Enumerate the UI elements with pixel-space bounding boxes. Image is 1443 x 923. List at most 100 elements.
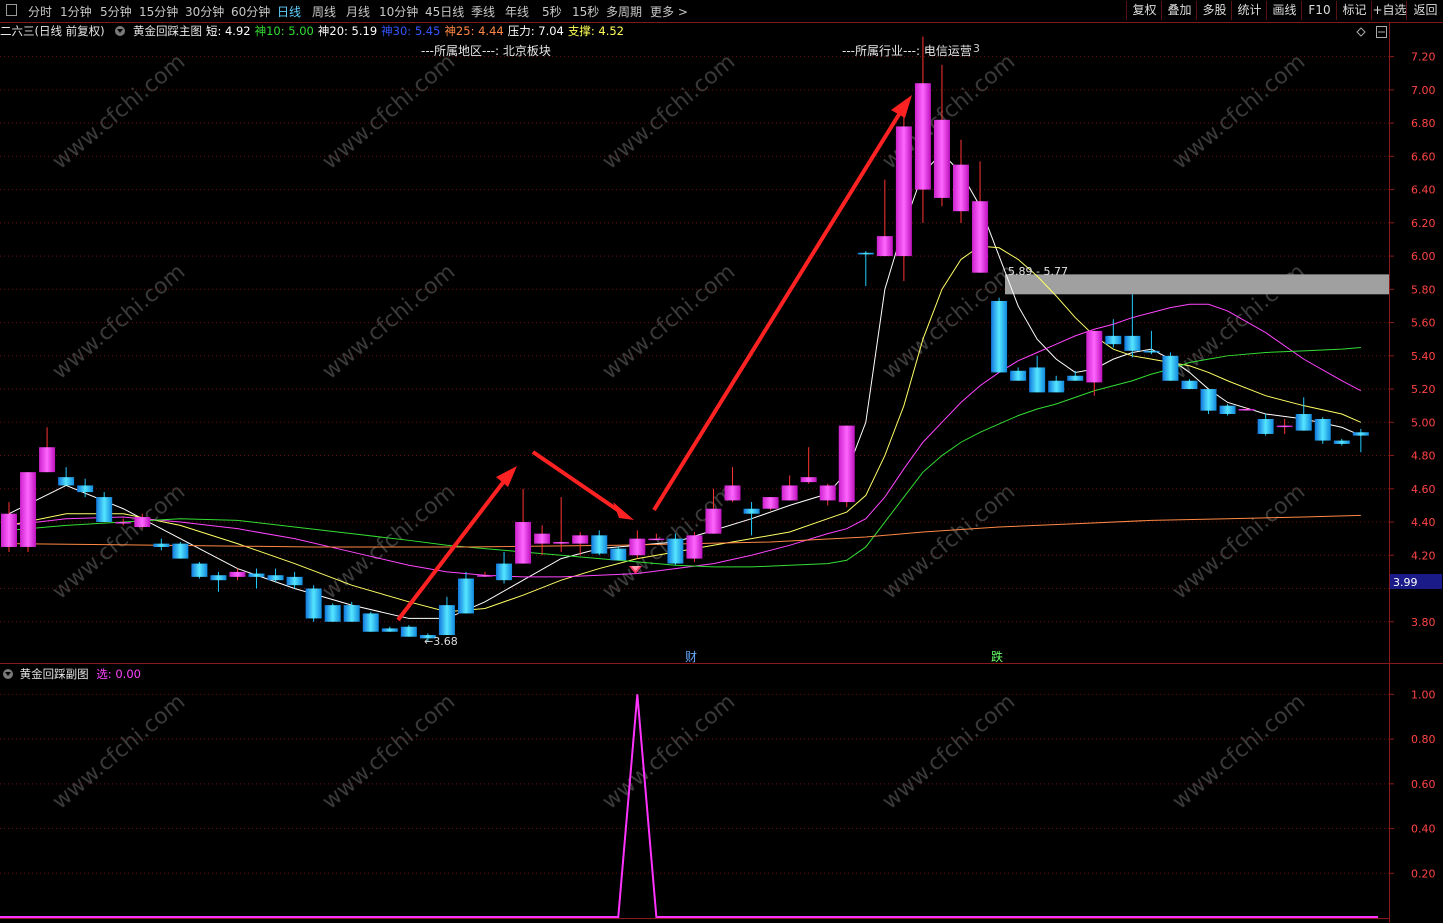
toolbar-button-1[interactable]: 叠加 <box>1161 1 1197 20</box>
watermark-text: www.cfchi.com <box>598 259 740 384</box>
toolbar-button-3[interactable]: 统计 <box>1231 1 1267 20</box>
period-tab-14[interactable]: 15秒 <box>572 3 599 20</box>
candle <box>362 611 379 632</box>
toolbar-button-0[interactable]: 复权 <box>1126 1 1162 20</box>
toolbar-button-6[interactable]: 标记 <box>1336 1 1372 20</box>
window-menu-icon[interactable] <box>6 4 17 16</box>
period-tab-12[interactable]: 年线 <box>505 3 529 20</box>
watermark-text: www.cfchi.com <box>48 689 190 814</box>
legend-value-0: 短: 4.92 <box>205 24 251 38</box>
period-tab-9[interactable]: 10分钟 <box>379 3 418 20</box>
toolbar-button-4[interactable]: 画线 <box>1266 1 1302 20</box>
stray-digit: 3 <box>973 42 980 55</box>
period-tab-15[interactable]: 多周期 <box>606 3 642 20</box>
settings-circle-icon[interactable] <box>115 26 126 36</box>
candle <box>705 488 722 534</box>
period-tab-1[interactable]: 1分钟 <box>60 3 92 20</box>
axis-label: 6.80 <box>1411 117 1436 130</box>
legend-value-3: 神30: 5.45 <box>381 24 441 38</box>
period-tab-5[interactable]: 60分钟 <box>231 3 270 20</box>
candlestick-chart[interactable]: www.cfchi.com www.cfchi.com www.cfchi.com w… <box>0 0 1443 923</box>
stock-title: 二六三(日线 前复权) <box>0 24 105 38</box>
sub-indicator-value: 选: 0.00 <box>96 667 141 681</box>
candle <box>343 601 360 622</box>
cai-event-marker[interactable]: 财 <box>685 650 697 664</box>
period-tab-7[interactable]: 周线 <box>312 3 336 20</box>
axis-label: 4.40 <box>1411 516 1436 529</box>
watermark-text: www.cfchi.com <box>318 49 460 174</box>
axis-label: 4.20 <box>1411 549 1436 562</box>
watermark-text: www.cfchi.com <box>878 689 1020 814</box>
candle <box>1333 438 1350 446</box>
industry-label: ---所属行业---: 电信运营 <box>842 44 972 58</box>
candle <box>1238 407 1255 411</box>
candle <box>553 497 570 552</box>
sub-indicator-name: 黄金回踩副图 <box>19 667 89 681</box>
candle <box>1219 404 1236 416</box>
moving-average-lines <box>8 152 1362 619</box>
period-tab-0[interactable]: 分时 <box>28 3 52 20</box>
sub-axis-label: 0.60 <box>1411 778 1436 791</box>
period-tab-11[interactable]: 季线 <box>471 3 495 20</box>
watermark-text: www.cfchi.com <box>1168 479 1310 604</box>
period-tab-2[interactable]: 5分钟 <box>100 3 132 20</box>
current-price-label: 3.99 <box>1393 576 1418 589</box>
candle <box>591 530 608 556</box>
watermark-text: www.cfchi.com <box>598 49 740 174</box>
candle <box>686 532 703 562</box>
period-tab-10[interactable]: 45日线 <box>425 3 464 20</box>
axis-label: 5.20 <box>1411 383 1436 396</box>
period-tab-13[interactable]: 5秒 <box>542 3 562 20</box>
diamond-toggle-icon[interactable] <box>1356 27 1366 37</box>
toolbar-button-5[interactable]: F10 <box>1301 1 1337 20</box>
die-event-marker[interactable]: 跌 <box>991 649 1003 664</box>
diamond-signal-icon <box>629 566 642 574</box>
region-label: ---所属地区---: 北京板块 <box>421 44 551 58</box>
legend-value-5: 压力: 7.04 <box>507 24 564 38</box>
legend-value-4: 神25: 4.44 <box>444 24 504 38</box>
period-tab-6[interactable]: 日线 <box>277 3 301 20</box>
sub-settings-circle-icon[interactable] <box>3 669 13 679</box>
watermark-text: www.cfchi.com <box>598 689 740 814</box>
candle <box>933 64 950 207</box>
trend-arrow-1 <box>396 474 510 622</box>
axis-label: 6.20 <box>1411 217 1436 230</box>
candle <box>610 546 627 561</box>
panel-toggle-icon[interactable] <box>1376 26 1387 38</box>
axis-label: 5.40 <box>1411 350 1436 363</box>
period-tab-3[interactable]: 15分钟 <box>139 3 178 20</box>
candle <box>876 179 893 257</box>
watermark-text: www.cfchi.com <box>48 479 190 604</box>
watermark-text: www.cfchi.com <box>598 479 740 604</box>
candle <box>419 633 436 642</box>
candle <box>1257 413 1274 436</box>
toolbar-button-2[interactable]: 多股 <box>1196 1 1232 20</box>
candle <box>77 478 94 498</box>
gray-resistance-zone <box>1005 274 1389 295</box>
candle <box>762 497 779 511</box>
sub-axis-label: 1.00 <box>1411 688 1436 701</box>
candle <box>457 571 474 614</box>
candle <box>1 502 17 552</box>
candle <box>1105 319 1122 348</box>
candle <box>1162 352 1179 381</box>
period-tab-4[interactable]: 30分钟 <box>185 3 224 20</box>
candle <box>496 551 513 584</box>
sub-axis: 1.00 0.80 0.60 0.40 0.20 <box>0 688 1436 880</box>
candle <box>400 625 417 637</box>
resistance-band <box>1005 274 1389 295</box>
candle <box>1200 389 1217 414</box>
candle <box>648 533 665 541</box>
toolbar-button-7[interactable]: +自选 <box>1371 1 1407 20</box>
main-chart-legend: 二六三(日线 前复权) 黄金回踩主图 短: 4.92 神10: 5.00 神20: 5… <box>0 23 628 39</box>
ma-line-1 <box>8 245 1362 613</box>
candle <box>172 541 189 559</box>
toolbar-button-8[interactable]: 返回 <box>1406 1 1443 20</box>
period-tab-8[interactable]: 月线 <box>346 3 370 20</box>
candle <box>1276 418 1293 434</box>
watermark-text: www.cfchi.com <box>878 49 1020 174</box>
legend-value-1: 神10: 5.00 <box>254 24 314 38</box>
trend-arrow-1-head <box>496 466 517 487</box>
period-tab-16[interactable]: 更多 > <box>650 3 688 20</box>
candle <box>191 561 208 579</box>
